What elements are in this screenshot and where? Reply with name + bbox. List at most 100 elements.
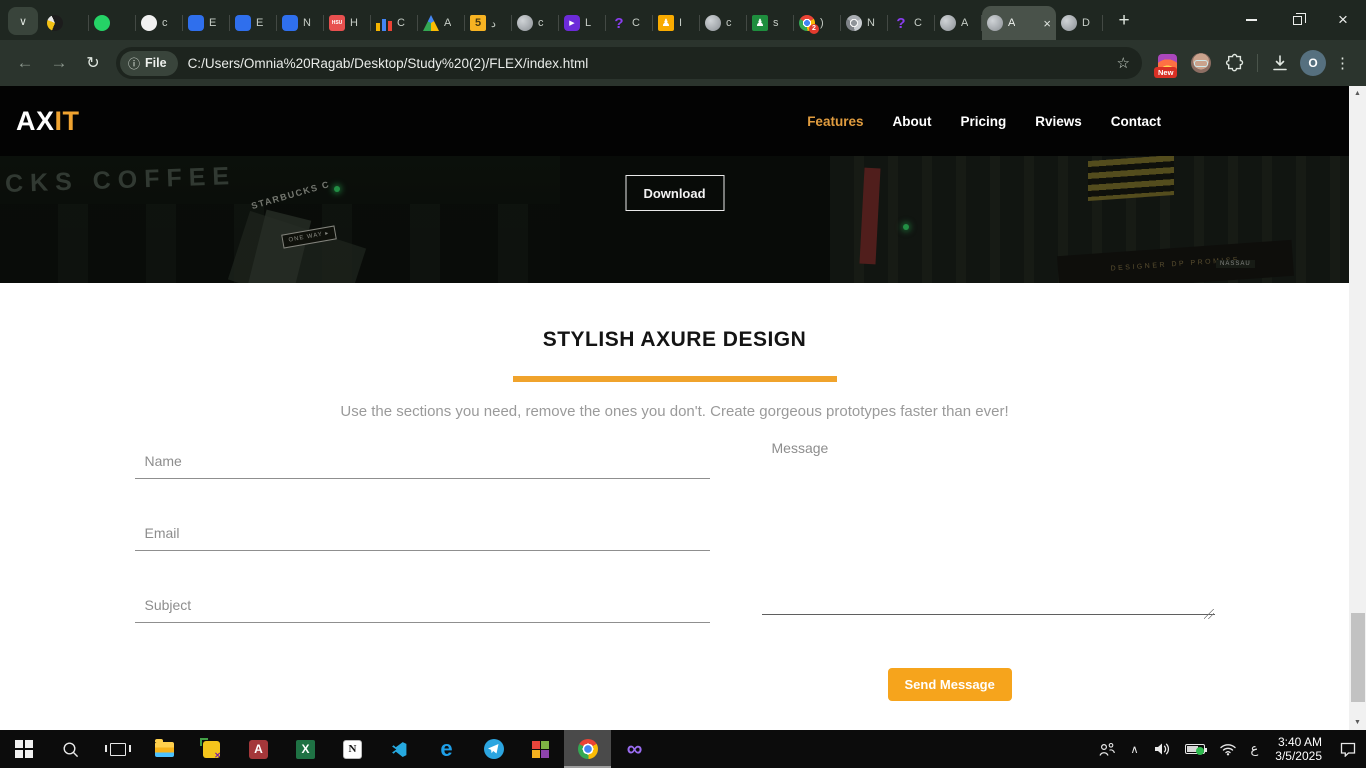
volume-button[interactable] [1148, 730, 1176, 768]
scrollbar-thumb[interactable] [1350, 613, 1365, 702]
ms-excel-icon[interactable]: X [282, 730, 329, 768]
taskbar-clock[interactable]: 3:40 AM 3/5/2025 [1267, 735, 1330, 763]
tab-question-2[interactable]: ? C [888, 6, 935, 40]
visual-studio-icon[interactable]: ∞ [611, 730, 658, 768]
hero-section: CKS COFFEE STARBUCKS C ONE WAY ▸ DESIGNE… [0, 156, 1349, 283]
app-icon [200, 737, 221, 760]
extension-avatar-button[interactable] [1186, 47, 1216, 79]
file-explorer-icon[interactable] [141, 730, 188, 768]
restore-button[interactable] [1274, 0, 1320, 40]
nav-contact[interactable]: Contact [1111, 114, 1161, 129]
email-input[interactable] [134, 505, 710, 551]
nav-features[interactable]: Features [807, 114, 863, 129]
subject-input[interactable] [134, 577, 710, 623]
close-window-button[interactable]: × [1320, 0, 1366, 40]
taskbar-search-button[interactable] [47, 730, 94, 768]
tab-notion-2[interactable]: E [230, 6, 277, 40]
ms-access-icon[interactable]: A [235, 730, 282, 768]
tab-classroom-green[interactable]: ♟ s [747, 6, 794, 40]
name-input[interactable] [134, 433, 710, 479]
extensions-menu-button[interactable] [1220, 47, 1250, 79]
tab-globe-1[interactable]: c [512, 6, 559, 40]
tab-search-button[interactable]: ∨ [8, 7, 38, 35]
tab-classroom-yellow[interactable]: ♟ I [653, 6, 700, 40]
people-button[interactable] [1093, 730, 1121, 768]
site-logo[interactable]: AXIT [16, 106, 80, 137]
extension-new-button[interactable]: New [1152, 47, 1182, 79]
action-center-icon [1340, 742, 1356, 757]
tab-favicon-icon [235, 15, 251, 31]
tab-active[interactable]: A × [982, 6, 1056, 40]
tab-close-icon[interactable]: × [1043, 17, 1051, 30]
tab-title: D [1082, 17, 1090, 29]
tab-favicon-icon: ▶ [564, 15, 580, 31]
section-title: STYLISH AXURE DESIGN [542, 328, 807, 351]
task-view-button[interactable] [94, 730, 141, 768]
charging-indicator [1195, 747, 1204, 755]
tab-whatsapp[interactable] [89, 6, 136, 40]
tab-hsu[interactable]: HSU H [324, 6, 371, 40]
edge-icon[interactable]: e [423, 730, 470, 768]
vscode-icon[interactable] [376, 730, 423, 768]
tab-favicon-icon [987, 15, 1003, 31]
tab-notion-3[interactable]: N [277, 6, 324, 40]
chevron-down-icon: ∨ [18, 15, 28, 28]
chrome-icon[interactable] [564, 730, 611, 768]
tab-gear[interactable]: c [136, 6, 183, 40]
start-button[interactable] [0, 730, 47, 768]
message-textarea[interactable] [761, 433, 1215, 615]
textarea-resize-handle[interactable] [1203, 609, 1214, 619]
tab-title: s [773, 17, 779, 29]
tab-globe-4[interactable]: D [1056, 6, 1103, 40]
tab-favicon-icon [1061, 15, 1077, 31]
tab-question-1[interactable]: ? C [606, 6, 653, 40]
microsoft-app-icon[interactable] [517, 730, 564, 768]
browser-menu-button[interactable]: ⋮ [1329, 54, 1356, 72]
nav-rviews[interactable]: Rviews [1035, 114, 1082, 129]
url-text[interactable]: C:/Users/Omnia%20Ragab/Desktop/Study%20(… [188, 56, 1115, 71]
screenshot-tool-icon[interactable] [188, 730, 235, 768]
bookmark-star-icon[interactable]: ☆ [1115, 54, 1132, 72]
tab-title: H [350, 17, 358, 29]
toolbar-divider [1257, 54, 1258, 72]
forward-button[interactable]: → [44, 48, 74, 78]
tab-drive[interactable]: A [418, 6, 465, 40]
scrollbar-down-arrow[interactable]: ▼ [1349, 715, 1366, 730]
tab-favicon-icon [940, 15, 956, 31]
send-message-button[interactable]: Send Message [887, 668, 1012, 701]
tab-chrome-gray[interactable]: N [841, 6, 888, 40]
back-button[interactable]: ← [10, 48, 40, 78]
tab-chart[interactable]: C [371, 6, 418, 40]
tab-title: A [1008, 17, 1016, 29]
file-scheme-chip[interactable]: ⓘ File [120, 50, 178, 76]
address-bar[interactable]: ⓘ File C:/Users/Omnia%20Ragab/Desktop/St… [116, 47, 1142, 79]
tab-chrome-badge[interactable]: ) [794, 6, 841, 40]
tab-video[interactable]: ▶ L [559, 6, 606, 40]
new-tab-button[interactable]: + [1109, 6, 1139, 36]
minimize-button[interactable] [1228, 0, 1274, 40]
tab-globe-3[interactable]: A [935, 6, 982, 40]
nav-about[interactable]: About [892, 114, 931, 129]
wifi-button[interactable] [1214, 730, 1242, 768]
info-icon: ⓘ [128, 56, 141, 71]
downloads-button[interactable] [1265, 47, 1295, 79]
tab-notion-1[interactable]: E [183, 6, 230, 40]
tray-overflow-button[interactable]: ∧ [1125, 730, 1143, 768]
download-button[interactable]: Download [625, 175, 724, 211]
file-chip-label: File [145, 56, 167, 70]
tab-five[interactable]: 5 د [465, 6, 512, 40]
tab-globe-2[interactable]: c [700, 6, 747, 40]
battery-button[interactable] [1180, 730, 1210, 768]
profile-avatar[interactable]: O [1300, 50, 1326, 76]
tab-favicon-icon [188, 15, 204, 31]
nav-pricing[interactable]: Pricing [960, 114, 1006, 129]
language-indicator[interactable]: ع [1246, 730, 1264, 768]
notion-icon[interactable]: N [329, 730, 376, 768]
telegram-icon[interactable] [470, 730, 517, 768]
action-center-button[interactable] [1334, 730, 1362, 768]
tab-avatar[interactable] [42, 6, 89, 40]
scrollbar-up-arrow[interactable]: ▲ [1349, 86, 1366, 101]
tab-title: C [914, 17, 922, 29]
page-scrollbar[interactable]: ▲ ▼ [1349, 86, 1366, 730]
reload-button[interactable]: ↻ [78, 48, 108, 78]
